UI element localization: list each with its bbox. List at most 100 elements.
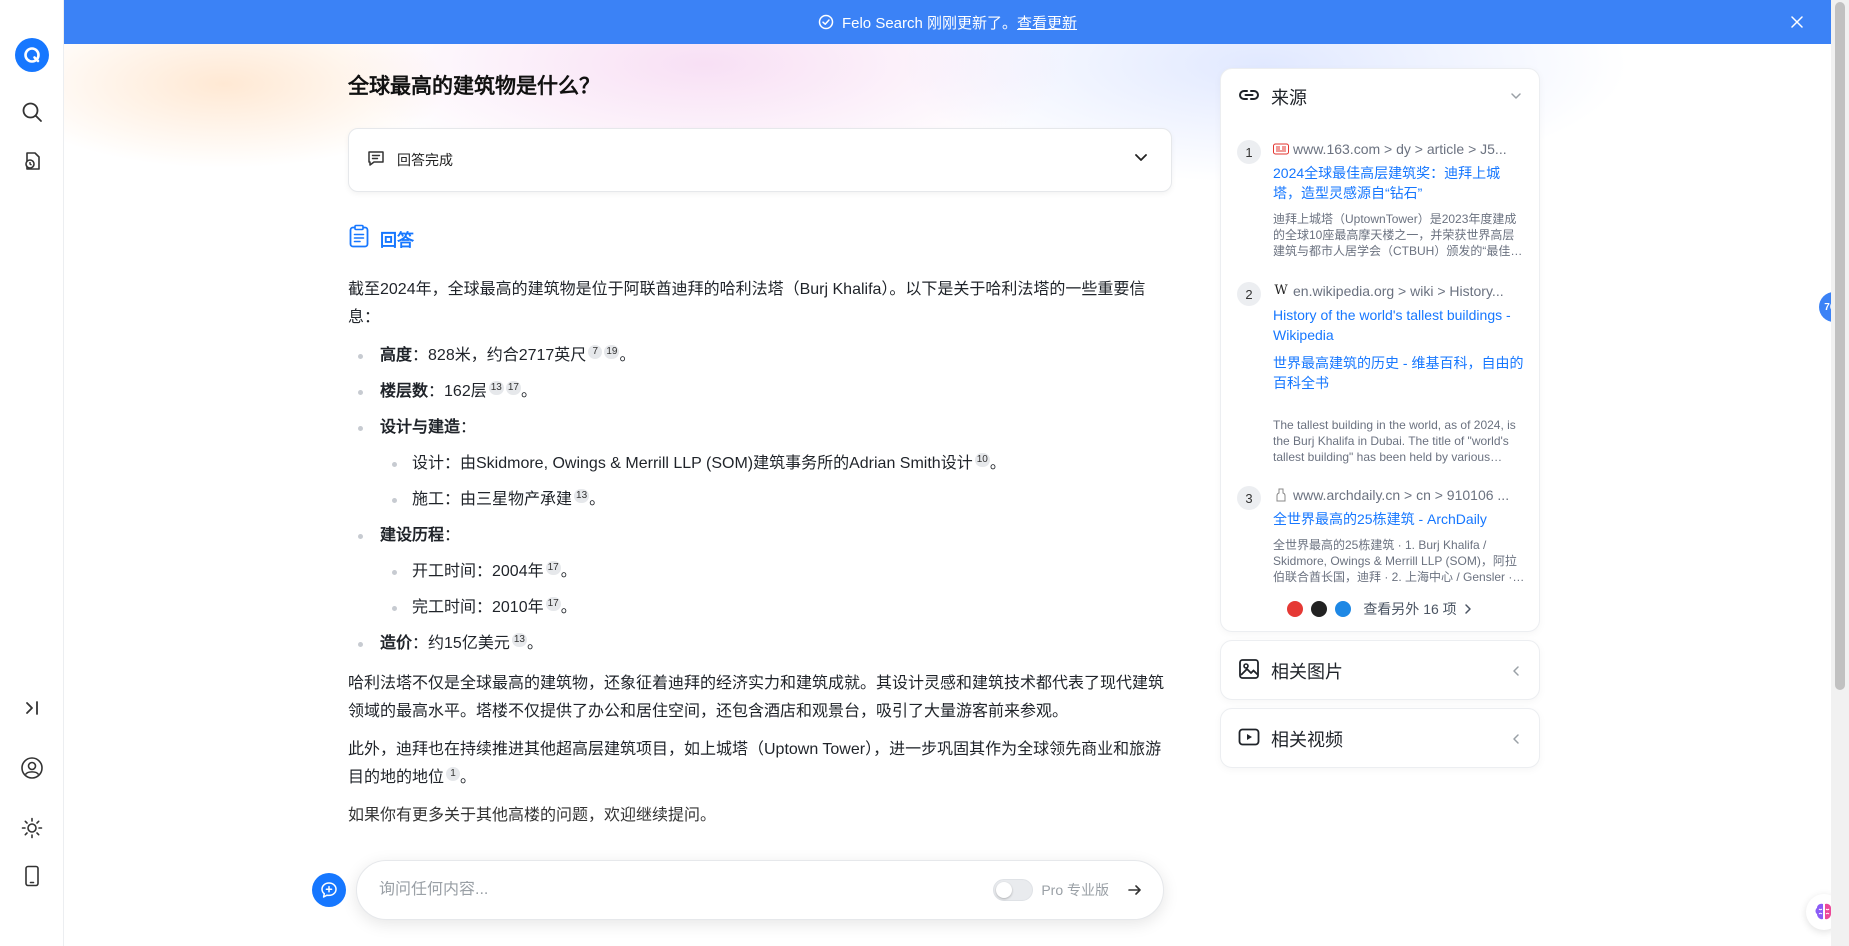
citation[interactable]: 7 [588,344,603,359]
history-icon[interactable] [16,145,48,177]
answer-intro: 截至2024年，全球最高的建筑物是位于阿联酋迪拜的哈利法塔（Burj Khali… [348,281,1146,326]
subfact-builder: 施工：由三星物产承建 13。 [380,486,1172,514]
citation[interactable]: 13 [574,488,590,503]
pro-label: Pro 专业版 [1041,882,1109,898]
source-title-translated[interactable]: 世界最高建筑的历史 - 维基百科，自由的百科全书 [1273,353,1525,393]
related-images-header[interactable]: 相关图片 [1221,641,1539,701]
answer-paragraph-2: 哈利法塔不仅是全球最高的建筑物，还象征着迪拜的经济实力和建筑成就。其设计灵感和建… [348,675,1165,720]
check-circle-icon [818,14,834,30]
source-number: 1 [1237,140,1261,164]
source-snippet: 全世界最高的25栋建筑 · 1. Burj Khalifa / Skidmore… [1273,538,1517,584]
expand-sidebar-icon[interactable] [16,692,48,724]
subfact-text: 开工时间：2004年 [412,563,544,580]
related-videos-header[interactable]: 相关视频 [1221,709,1539,769]
punct: 。 [589,491,606,508]
source-snippet: The tallest building in the world, as of… [1273,418,1516,464]
more-sources-button[interactable]: 查看另外 16 项 [1221,597,1539,621]
domain-text: en.wikipedia.org > wiki > History... [1293,283,1504,299]
fact-key: 造价 [380,635,413,652]
source-domain: www.archdaily.cn > cn > 910106 ... [1273,483,1525,507]
fact-history: 建设历程： 开工时间：2004年 17。 完工时间：2010年 17。 [348,522,1172,622]
citation[interactable]: 19 [604,344,620,359]
punct: 。 [989,455,1006,472]
subfact-text: 设计：由Skidmore, Owings & Merrill LLP (SOM)… [412,455,973,472]
source-title[interactable]: History of the world's tallest buildings… [1273,305,1525,345]
source-item[interactable]: 2 W en.wikipedia.org > wiki > History...… [1221,279,1539,465]
archdaily-favicon-icon [1273,487,1289,503]
toggle-knob [996,882,1013,898]
image-icon [1237,657,1261,686]
source-number: 3 [1237,486,1261,510]
pro-toggle[interactable] [993,879,1034,901]
fact-key: 楼层数 [380,383,429,400]
new-chat-button[interactable] [312,873,346,907]
citation[interactable]: 13 [511,632,527,647]
answer-body: 截至2024年，全球最高的建筑物是位于阿联酋迪拜的哈利法塔（Burj Khali… [348,276,1172,840]
page-scrollbar[interactable] [1831,0,1849,946]
banner-text: Felo Search 刚刚更新了。 [841,14,1018,32]
felo-logo-icon[interactable] [15,38,49,72]
domain-text: www.163.com > dy > article > J5... [1293,141,1507,157]
citation[interactable]: 17 [545,560,561,575]
chevron-left-icon[interactable] [1509,664,1523,683]
wikipedia-favicon-icon: W [1274,283,1288,298]
sources-panel: 来源 1 www.163.com > dy > article > J5... … [1220,68,1540,632]
chevron-right-icon [1463,603,1473,615]
citation[interactable]: 1 [446,766,461,781]
source-item[interactable]: 1 www.163.com > dy > article > J5... 202… [1221,137,1539,259]
theme-sun-icon[interactable] [16,812,48,844]
answer-status-card[interactable]: 回答完成 [348,128,1172,192]
scrollbar-thumb[interactable] [1835,2,1845,690]
message-icon [367,149,385,172]
fact-cost: 造价：约15亿美元 13。 [348,630,1172,658]
chevron-down-icon[interactable] [1133,149,1149,170]
source-item[interactable]: 3 www.archdaily.cn > cn > 910106 ... 全世界… [1221,483,1539,585]
design-sublist: 设计：由Skidmore, Owings & Merrill LLP (SOM)… [380,450,1172,514]
send-arrow-icon[interactable] [1127,882,1143,898]
fact-key: 高度 [380,347,413,364]
subfact-end: 完工时间：2010年 17。 [380,594,1172,622]
chevron-left-icon[interactable] [1509,732,1523,751]
link-icon [1237,83,1261,112]
fact-colon: ： [460,419,477,436]
fact-design: 设计与建造： 设计：由Skidmore, Owings & Merrill LL… [348,414,1172,514]
related-videos-title: 相关视频 [1271,730,1343,750]
facts-list: 高度：828米，约合2717英尺 7 19。 楼层数：162层 13 17。 设计与建造… [348,342,1172,658]
source-number: 2 [1237,282,1261,306]
sources-title: 来源 [1271,88,1307,108]
answer-paragraph-3: 此外，迪拜也在持续推进其他超高层建筑项目，如上城塔（Uptown Tower），… [348,736,1172,792]
related-images-panel: 相关图片 [1220,640,1540,700]
more-sources-label: 查看另外 16 项 [1363,601,1457,617]
punct: 。 [520,383,537,400]
punct: 。 [526,635,543,652]
left-rail [0,0,64,946]
source-favicon-icon [1287,601,1304,617]
ask-input[interactable] [379,881,994,899]
punct: 。 [560,563,577,580]
citation[interactable]: 17 [545,596,561,611]
source-favicon-icon [1335,601,1352,617]
mobile-app-icon[interactable] [16,860,48,892]
account-icon[interactable] [16,752,48,784]
source-title[interactable]: 2024全球最佳高层建筑奖：迪拜上城塔，造型灵感源自“钻石” [1273,163,1525,203]
source-domain: www.163.com > dy > article > J5... [1273,137,1525,161]
source-title[interactable]: 全世界最高的25栋建筑 - ArchDaily [1273,509,1525,529]
subfact-text: 完工时间：2010年 [412,599,544,616]
search-icon[interactable] [16,96,48,128]
source-favicon-icon [1311,601,1328,617]
fact-height: 高度：828米，约合2717英尺 7 19。 [348,342,1172,370]
chevron-down-icon[interactable] [1509,89,1523,108]
punct: 。 [619,347,636,364]
close-icon[interactable] [1785,10,1809,34]
related-images-title: 相关图片 [1271,662,1343,682]
fact-key: 建设历程 [380,527,445,544]
sources-header[interactable]: 来源 [1221,69,1539,125]
citation[interactable]: 10 [974,452,990,467]
netease-favicon-icon [1273,141,1289,157]
citation[interactable]: 17 [505,380,521,395]
answer-paragraph-4: 如果你有更多关于其他高楼的问题，欢迎继续提问。 [348,807,717,824]
citation[interactable]: 13 [488,380,504,395]
subfact-start: 开工时间：2004年 17。 [380,558,1172,586]
view-update-link[interactable]: 查看更新 [1017,12,1077,33]
answer-label: 回答 [380,231,414,250]
